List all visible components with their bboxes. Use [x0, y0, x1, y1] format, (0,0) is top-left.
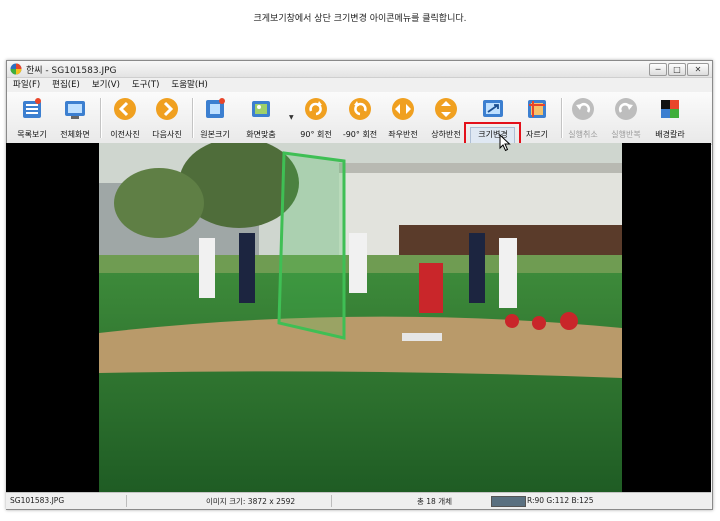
- menu-file[interactable]: 파일(F): [13, 78, 40, 92]
- instruction-caption: 크게보기창에서 상단 크기변경 아이콘메뉴를 클릭합니다.: [253, 14, 467, 24]
- close-button[interactable]: ✕: [687, 63, 709, 76]
- rotate-minus-90-label: -90° 회전: [342, 130, 378, 139]
- crop-icon: [528, 100, 546, 118]
- redo-label: 실행반복: [611, 130, 641, 139]
- rotate-90-button[interactable]: 90° 회전: [297, 95, 335, 140]
- arrow-right-icon: [156, 98, 178, 120]
- minimize-button[interactable]: ─: [649, 63, 667, 76]
- app-name: 한씨: [26, 66, 43, 76]
- rotate-90-label: 90° 회전: [300, 130, 332, 139]
- maximize-button[interactable]: □: [668, 63, 686, 76]
- app-logo-icon: [10, 63, 22, 75]
- image-view-area[interactable]: [6, 143, 711, 492]
- window-controls: ─ □ ✕: [649, 63, 709, 76]
- status-color-value: R:90 G:112 B:125: [527, 496, 594, 505]
- fit-screen-label: 화면맞춤: [246, 130, 276, 139]
- status-count: 총 18 개체: [417, 497, 453, 506]
- list-view-label: 목록보기: [17, 130, 47, 139]
- toolbar: 목록보기 전체화면 이전사진 다음사진 원본크기 화면맞춤 ▼ 90° 회전 -…: [7, 92, 712, 175]
- status-image-size: 이미지 크기: 3872 x 2592: [206, 497, 296, 506]
- next-photo-label: 다음사진: [152, 130, 182, 139]
- flip-horizontal-icon: [392, 98, 414, 120]
- menu-tools[interactable]: 도구(T): [132, 78, 159, 92]
- original-size-icon: [206, 98, 225, 118]
- menu-edit[interactable]: 편집(E): [52, 78, 80, 92]
- background-color-icon: [661, 100, 679, 118]
- prev-photo-label: 이전사진: [110, 130, 140, 139]
- redo-button[interactable]: 실행반복: [606, 95, 646, 140]
- status-color-swatch: [491, 496, 526, 507]
- window-title: 한씨 - SG101583.JPG: [26, 63, 117, 76]
- toolbar-separator: [100, 98, 102, 138]
- flip-horizontal-label: 좌우반전: [388, 130, 418, 139]
- next-photo-button[interactable]: 다음사진: [147, 95, 187, 140]
- flip-vertical-button[interactable]: 상하반전: [426, 95, 466, 140]
- status-file-name: SG101583.JPG: [10, 496, 65, 505]
- original-size-label: 원본크기: [200, 130, 230, 139]
- status-divider: [331, 495, 332, 507]
- baseball-photo: [99, 143, 622, 492]
- rotate-minus-90-button[interactable]: -90° 회전: [339, 95, 381, 140]
- title-file-name: SG101583.JPG: [51, 66, 117, 76]
- full-screen-label: 전체화면: [60, 130, 90, 139]
- resize-icon: [483, 100, 503, 117]
- flip-horizontal-button[interactable]: 좌우반전: [383, 95, 423, 140]
- rotate-counterclockwise-icon: [349, 98, 371, 120]
- title-bar: 한씨 - SG101583.JPG ─ □ ✕: [7, 61, 712, 78]
- menu-view[interactable]: 보기(V): [92, 78, 120, 92]
- status-divider: [126, 495, 127, 507]
- rotate-clockwise-icon: [305, 98, 327, 120]
- crop-label: 자르기: [525, 130, 549, 139]
- fit-screen-dropdown-arrow-icon[interactable]: ▼: [289, 114, 294, 121]
- menu-bar: 파일(F) 편집(E) 보기(V) 도구(T) 도움말(H): [7, 78, 712, 92]
- flip-vertical-icon: [435, 98, 457, 120]
- title-separator: -: [42, 66, 52, 76]
- toolbar-separator: [192, 98, 194, 138]
- crop-button[interactable]: 자르기: [519, 95, 555, 140]
- fit-screen-button[interactable]: 화면맞춤: [241, 95, 281, 140]
- full-screen-button[interactable]: 전체화면: [55, 95, 95, 140]
- arrow-left-icon: [114, 98, 136, 120]
- bg-color-label: 배경칼라: [655, 130, 685, 139]
- status-bar: SG101583.JPG 이미지 크기: 3872 x 2592 총 18 개체…: [6, 492, 711, 509]
- undo-label: 실행취소: [568, 130, 598, 139]
- undo-icon: [572, 98, 594, 120]
- menu-help[interactable]: 도움말(H): [171, 78, 207, 92]
- flip-vertical-label: 상하반전: [431, 130, 461, 139]
- original-size-button[interactable]: 원본크기: [195, 95, 235, 140]
- full-screen-icon: [65, 101, 85, 119]
- mouse-pointer-icon: [499, 134, 511, 152]
- bg-color-button[interactable]: 배경칼라: [650, 95, 690, 140]
- list-view-button[interactable]: 목록보기: [12, 95, 52, 140]
- fit-screen-icon: [252, 101, 270, 117]
- prev-photo-button[interactable]: 이전사진: [105, 95, 145, 140]
- redo-icon: [615, 98, 637, 120]
- undo-button[interactable]: 실행취소: [563, 95, 603, 140]
- list-view-icon: [23, 98, 41, 118]
